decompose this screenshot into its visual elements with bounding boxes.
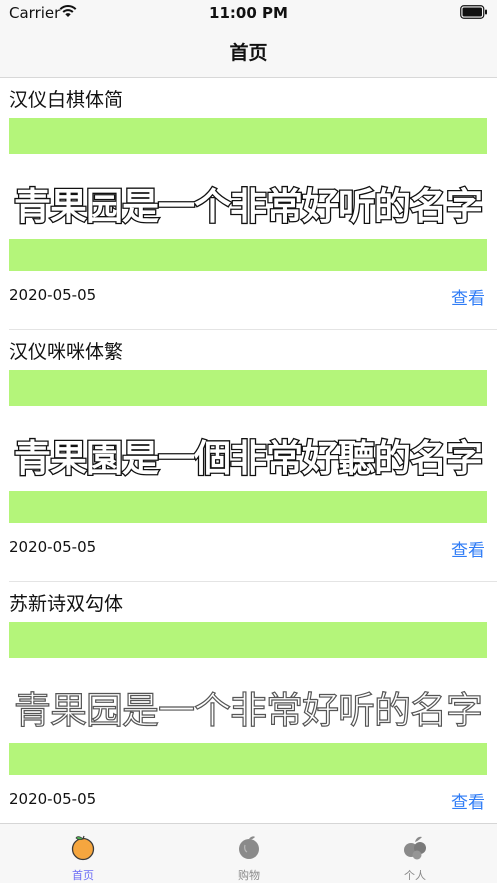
orange-fruit-icon <box>71 835 95 861</box>
preview-band-top <box>9 622 487 658</box>
preview-band-top <box>9 370 487 406</box>
fruit-gray-icon <box>239 836 259 859</box>
preview-band-bottom <box>9 743 487 775</box>
font-name: 苏新诗双勾体 <box>9 593 124 615</box>
font-name: 汉仪白棋体简 <box>9 89 124 111</box>
battery-icon <box>460 5 487 19</box>
font-card: 苏新诗双勾体 青果园是一个非常好听的名字 2020-05-05 查看 <box>0 582 497 823</box>
navigation-bar: 首页 <box>0 26 497 78</box>
font-preview-image: 青果园是一个非常好听的名字 <box>9 622 487 775</box>
tab-label: 个人 <box>404 869 426 882</box>
preview-band-bottom <box>9 239 487 271</box>
page-title: 首页 <box>229 42 268 64</box>
font-preview-image: 青果园是一个非常好听的名字 <box>9 118 487 271</box>
card-date: 2020-05-05 <box>9 538 97 556</box>
status-time: 11:00 PM <box>209 4 288 22</box>
tab-label: 购物 <box>238 869 260 882</box>
font-card: 汉仪白棋体简 青果园是一个非常好听的名字 2020-05-05 查看 <box>0 78 497 330</box>
font-preview-text: 青果园是一个非常好听的名字 <box>13 688 483 732</box>
tab-shopping[interactable]: 购物 <box>166 824 332 884</box>
status-bar: Carrier 11:00 PM <box>0 0 497 26</box>
font-preview-text: 青果園是一個非常好聽的名字 <box>13 436 485 482</box>
tab-profile[interactable]: 个人 <box>332 824 497 884</box>
font-preview-image: 青果園是一個非常好聽的名字 <box>9 370 487 523</box>
font-feed[interactable]: 汉仪白棋体简 青果园是一个非常好听的名字 2020-05-05 查看 汉仪咪咪体… <box>0 78 497 823</box>
preview-band-bottom <box>9 491 487 523</box>
view-button[interactable]: 查看 <box>451 284 485 309</box>
tab-bar: 首页 购物 个人 <box>0 823 497 883</box>
preview-band-top <box>9 118 487 154</box>
card-date: 2020-05-05 <box>9 790 97 808</box>
tab-home[interactable]: 首页 <box>0 824 166 884</box>
view-button[interactable]: 查看 <box>451 788 485 813</box>
tab-label: 首页 <box>72 869 94 882</box>
grapes-gray-icon <box>404 836 426 860</box>
font-card: 汉仪咪咪体繁 青果園是一個非常好聽的名字 2020-05-05 查看 <box>0 330 497 582</box>
font-name: 汉仪咪咪体繁 <box>9 341 124 363</box>
font-preview-text: 青果园是一个非常好听的名字 <box>13 184 485 230</box>
view-button[interactable]: 查看 <box>451 536 485 561</box>
card-date: 2020-05-05 <box>9 286 97 304</box>
